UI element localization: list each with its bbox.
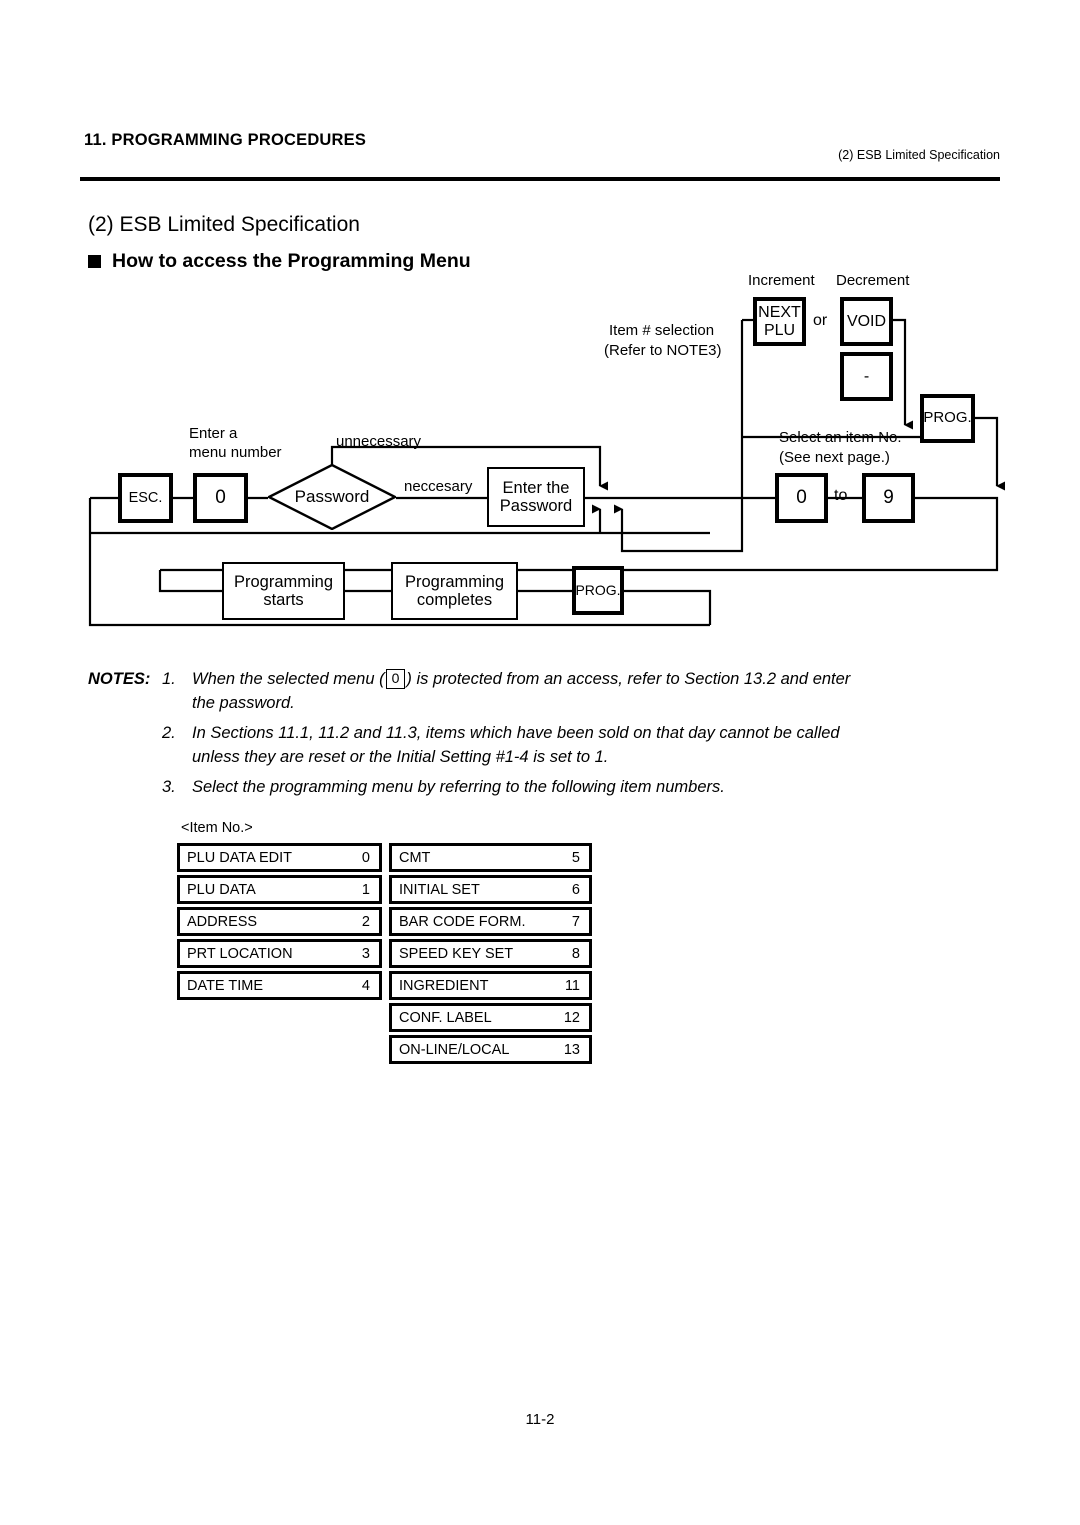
notes-label: NOTES:: [88, 670, 151, 688]
item-no-number: 2: [361, 913, 370, 930]
label-enter-menu-line2: menu number: [189, 444, 282, 461]
item-no-caption: <Item No.>: [181, 820, 253, 836]
item-no-table-left: PLU DATA EDIT 0 PLU DATA 1 ADDRESS 2 PRT LOCAT…: [177, 843, 382, 1003]
note-1-text-after: ) is protected from an access, refer to …: [406, 670, 851, 688]
key-next-plu[interactable]: NEXT PLU: [753, 297, 806, 346]
item-no-name: DATE TIME: [187, 977, 263, 994]
item-no-row: PLU DATA 1: [177, 875, 382, 904]
label-item-selection-line2: (Refer to NOTE3): [604, 342, 722, 359]
process-enter-password-line1: Enter the: [502, 478, 570, 497]
note-number-1: 1.: [162, 670, 176, 688]
item-no-name: PRT LOCATION: [187, 945, 293, 962]
item-no-row: ON-LINE/LOCAL 13: [389, 1035, 592, 1064]
item-no-name: CONF. LABEL: [399, 1009, 492, 1026]
page-header-subtitle: (2) ESB Limited Specification: [838, 148, 1000, 162]
page-number: 11-2: [525, 1411, 555, 1428]
note-1-text-before: When the selected menu (: [192, 670, 385, 688]
label-unnecessary: unnecessary: [336, 433, 422, 450]
item-no-row: ADDRESS 2: [177, 907, 382, 936]
label-item-selection-line1: Item # selection: [609, 322, 715, 339]
item-no-name: CMT: [399, 849, 431, 866]
item-no-name: BAR CODE FORM.: [399, 913, 526, 930]
item-no-row: SPEED KEY SET 8: [389, 939, 592, 968]
item-no-row: PLU DATA EDIT 0: [177, 843, 382, 872]
label-select-item-line1: Select an item No.: [779, 429, 902, 446]
note-row-2: 2. In Sections 11.1, 11.2 and 11.3, item…: [88, 722, 1003, 746]
subsection-title: How to access the Programming Menu: [112, 250, 471, 272]
item-no-row: PRT LOCATION 3: [177, 939, 382, 968]
item-no-name: INGREDIENT: [399, 977, 489, 994]
section-title: (2) ESB Limited Specification: [88, 213, 360, 236]
item-no-name: PLU DATA EDIT: [187, 849, 293, 866]
key-next-plu-line2: PLU: [763, 321, 796, 339]
item-no-row: BAR CODE FORM. 7: [389, 907, 592, 936]
note-number-2: 2.: [162, 723, 176, 742]
item-no-row: INITIAL SET 6: [389, 875, 592, 904]
item-no-number: 12: [563, 1009, 580, 1026]
label-increment: Increment: [748, 272, 815, 289]
process-programming-completes-line1: Programming: [404, 572, 505, 591]
note-1-inline-key: 0: [385, 669, 406, 689]
label-select-item-line2: (See next page.): [779, 449, 890, 466]
process-programming-starts-line2: starts: [263, 591, 304, 609]
key-esc[interactable]: ESC.: [118, 473, 173, 523]
item-no-row: CMT 5: [389, 843, 592, 872]
note-continuation-2: unless they are reset or the Initial Set…: [192, 747, 609, 766]
decision-password: Password: [268, 464, 396, 530]
subsection-heading: How to access the Programming Menu: [88, 250, 471, 273]
label-or: or: [813, 312, 828, 329]
key-prog-bottom[interactable]: PROG.: [572, 566, 624, 615]
item-no-number: 13: [563, 1041, 580, 1058]
key-menu-number-zero[interactable]: 0: [193, 473, 248, 523]
item-no-name: ADDRESS: [187, 913, 258, 930]
note-row-1: NOTES: 1. When the selected menu (0) is …: [88, 668, 1003, 692]
process-programming-starts: Programming starts: [222, 562, 345, 620]
process-programming-starts-line1: Programming: [233, 572, 334, 591]
notes-block: NOTES: 1. When the selected menu (0) is …: [88, 668, 1003, 800]
item-no-name: SPEED KEY SET: [399, 945, 514, 962]
process-programming-completes-line2: completes: [416, 591, 493, 609]
decision-password-label: Password: [294, 487, 370, 506]
item-no-number: 1: [361, 881, 370, 898]
note-continuation-1: the password.: [192, 693, 295, 712]
note-text-2: In Sections 11.1, 11.2 and 11.3, items w…: [192, 723, 840, 742]
note-number-3: 3.: [162, 777, 176, 796]
label-enter-menu-line1: Enter a: [189, 425, 238, 442]
note-text-3: Select the programming menu by referring…: [192, 777, 725, 796]
item-no-row: CONF. LABEL 12: [389, 1003, 592, 1032]
item-no-table-right: CMT 5 INITIAL SET 6 BAR CODE FORM. 7 SPEED KEY…: [389, 843, 592, 1067]
key-minus[interactable]: -: [840, 352, 893, 401]
note-text-1: When the selected menu (0) is protected …: [192, 668, 1003, 692]
item-no-number: 4: [361, 977, 370, 994]
page-header-title: 11. PROGRAMMING PROCEDURES: [84, 131, 367, 149]
key-next-plu-line1: NEXT: [758, 303, 801, 321]
item-no-number: 3: [361, 945, 370, 962]
item-no-number: 8: [571, 945, 580, 962]
key-void[interactable]: VOID: [840, 297, 893, 346]
item-no-row: DATE TIME 4: [177, 971, 382, 1000]
bullet-square-icon: [88, 255, 101, 268]
label-to: to: [834, 487, 848, 504]
item-no-number: 11: [564, 977, 580, 994]
process-enter-password-line2: Password: [499, 497, 573, 515]
item-no-name: ON-LINE/LOCAL: [399, 1041, 510, 1058]
header-divider: [80, 177, 1000, 181]
item-no-number: 7: [571, 913, 580, 930]
label-neccesary: neccesary: [404, 478, 473, 495]
item-no-number: 0: [361, 849, 370, 866]
item-no-name: PLU DATA: [187, 881, 256, 898]
item-no-name: INITIAL SET: [399, 881, 480, 898]
key-item-to-nine[interactable]: 9: [862, 473, 915, 523]
item-no-number: 5: [571, 849, 580, 866]
key-prog-top[interactable]: PROG.: [920, 394, 975, 443]
note-row-3: 3. Select the programming menu by referr…: [88, 776, 1003, 800]
item-no-row: INGREDIENT 11: [389, 971, 592, 1000]
label-decrement: Decrement: [836, 272, 910, 289]
process-enter-password: Enter the Password: [487, 467, 585, 527]
process-programming-completes: Programming completes: [391, 562, 518, 620]
item-no-number: 6: [571, 881, 580, 898]
key-item-from-zero[interactable]: 0: [775, 473, 828, 523]
